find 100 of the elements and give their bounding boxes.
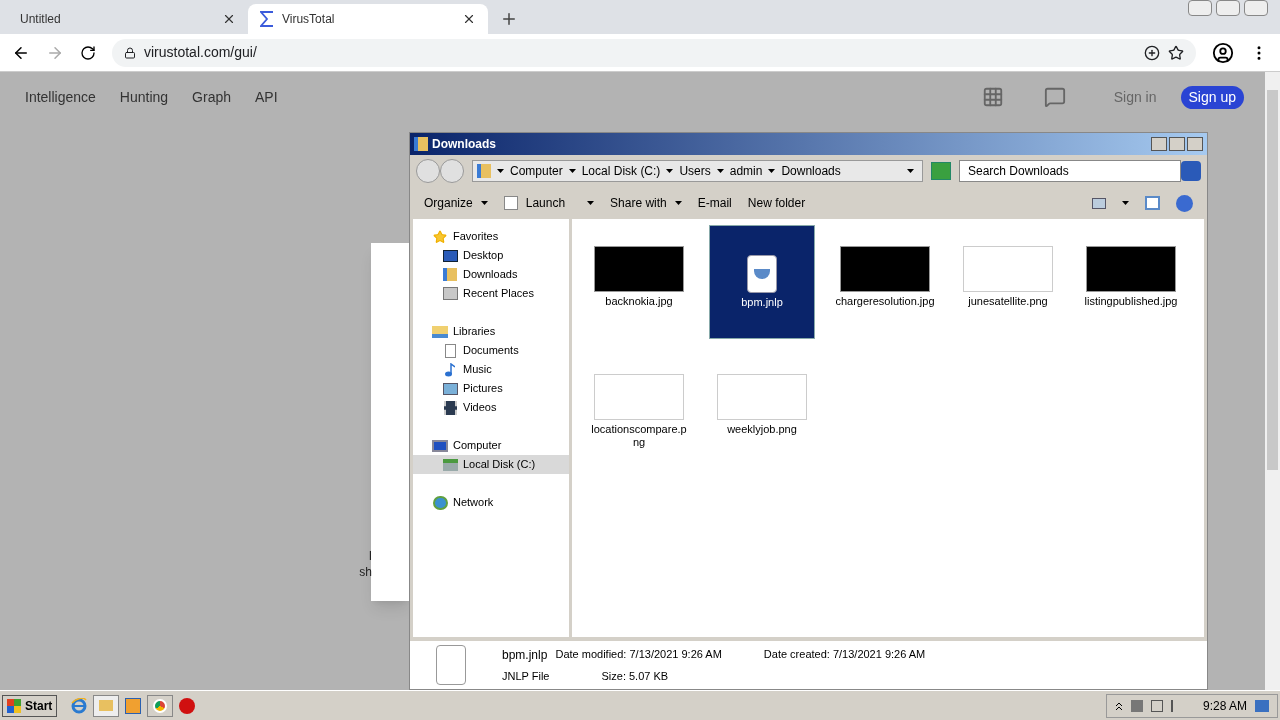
caret-icon[interactable] — [1122, 201, 1129, 205]
film-icon — [443, 400, 457, 415]
breadcrumb-bar[interactable]: Computer Local Disk (C:) Users admin Downloads — [472, 160, 923, 182]
sigma-logo-icon — [260, 11, 274, 27]
show-desktop-icon[interactable] — [1255, 699, 1269, 712]
sidebar-item[interactable]: Downloads — [413, 265, 569, 284]
close-icon[interactable] — [222, 12, 236, 26]
sidebar-item[interactable]: Favorites — [413, 227, 569, 246]
dialog-text: sh — [358, 564, 372, 580]
chevron-up-icon[interactable] — [1114, 700, 1123, 711]
file-item[interactable]: listingpublished.jpg — [1078, 225, 1184, 339]
nav-link[interactable]: Hunting — [119, 86, 169, 108]
breadcrumb-item[interactable]: Users — [679, 162, 711, 180]
new-tab-icon[interactable] — [500, 10, 518, 28]
folder-icon — [414, 137, 428, 151]
file-item[interactable]: backnokia.jpg — [586, 225, 692, 339]
chrome-icon[interactable] — [147, 694, 174, 717]
caret-icon — [674, 201, 682, 205]
toolbar-button[interactable]: Organize — [424, 194, 488, 212]
window-restore-icon[interactable] — [1216, 0, 1240, 16]
breadcrumb-item[interactable]: admin — [729, 162, 763, 180]
dialog-text: I — [367, 548, 372, 564]
file-size: Size: 5.07 KB — [600, 668, 670, 684]
bookmark-star-icon[interactable] — [1168, 44, 1184, 61]
recent-places-icon — [442, 287, 458, 300]
computer-icon — [432, 439, 448, 452]
clock-time: 9:28 AM — [1202, 697, 1247, 715]
date-created: Date created: 7/13/2021 9:26 AM — [763, 646, 926, 662]
pictures-icon — [442, 382, 458, 395]
browser-tab[interactable]: VirusTotal — [248, 4, 488, 34]
caret-icon — [480, 201, 488, 205]
view-icon[interactable] — [1092, 197, 1106, 209]
breadcrumb-item[interactable]: Local Disk (C:) — [581, 162, 661, 180]
file-type: JNLP File — [502, 668, 550, 684]
caret-icon — [568, 169, 576, 173]
library-icon — [432, 325, 448, 338]
reload-icon[interactable] — [80, 44, 96, 61]
file-item[interactable]: bpm.jnlp — [709, 225, 815, 339]
maximize-icon[interactable] — [1169, 137, 1185, 151]
lock-icon — [124, 46, 136, 59]
file-name: bpm.jnlp — [502, 646, 549, 664]
window-close-icon[interactable] — [1244, 0, 1268, 16]
window-minimize-icon[interactable] — [1188, 0, 1212, 16]
desktop-icon — [442, 249, 458, 262]
sidebar-item[interactable]: Network — [413, 493, 569, 512]
help-icon[interactable] — [1176, 194, 1193, 212]
address-bar[interactable]: virustotal.com/gui/ — [112, 38, 1196, 67]
folder-icon — [477, 164, 491, 178]
caret-icon — [666, 169, 674, 173]
file-item[interactable]: junesatellite.png — [955, 225, 1061, 339]
sidebar-item[interactable]: Local Disk (C:) — [413, 455, 569, 474]
caret-icon — [587, 201, 595, 205]
nav-link[interactable]: Graph — [192, 86, 231, 108]
add-icon[interactable] — [1144, 44, 1160, 61]
browser-e-icon[interactable] — [71, 697, 88, 714]
file-item[interactable]: locationscompare.png — [586, 353, 692, 467]
sidebar-item[interactable]: Recent Places — [413, 284, 569, 303]
globe-icon — [432, 495, 448, 510]
toolbar-button[interactable]: Launch — [503, 194, 595, 212]
toolbar-button[interactable]: E-mail — [697, 194, 732, 212]
sidebar-item[interactable]: Music — [413, 360, 569, 379]
sidebar-item[interactable]: Desktop — [413, 246, 569, 265]
music-note-icon — [445, 362, 455, 377]
start-button[interactable]: Start — [2, 694, 58, 717]
window-title: Downloads — [432, 136, 496, 153]
date-modified: Date modified: 7/13/2021 9:26 AM — [555, 646, 722, 662]
stop-icon[interactable] — [179, 697, 196, 714]
sidebar-item[interactable]: Documents — [413, 341, 569, 360]
browser-tab[interactable]: Untitled — [8, 4, 248, 34]
media-player-icon[interactable] — [125, 697, 142, 714]
caret-icon — [768, 169, 776, 173]
profile-icon[interactable] — [1212, 41, 1234, 64]
file-item[interactable]: weeklyjob.png — [709, 353, 815, 467]
close-icon[interactable] — [462, 12, 476, 26]
drive-icon — [442, 458, 458, 471]
chat-icon[interactable] — [1043, 86, 1066, 108]
search-icon[interactable] — [1181, 161, 1201, 181]
minimize-icon[interactable] — [1151, 137, 1167, 151]
sidebar-item[interactable]: Libraries — [413, 322, 569, 341]
folder-icon[interactable] — [93, 694, 120, 717]
file-item[interactable]: chargeresolution.jpg — [832, 225, 938, 339]
windows-flag-icon — [7, 698, 21, 713]
sidebar-item[interactable]: Pictures — [413, 379, 569, 398]
search-field[interactable]: Search Downloads — [959, 160, 1181, 182]
breadcrumb-item[interactable]: Downloads — [781, 162, 841, 180]
folder-icon — [443, 268, 457, 281]
sign-up-button[interactable]: Sign up — [1180, 85, 1244, 109]
sidebar-item[interactable]: Computer — [413, 436, 569, 455]
star-icon — [433, 229, 447, 244]
nav-link[interactable]: API — [255, 86, 278, 108]
apps-grid-icon[interactable] — [981, 86, 1004, 108]
caret-icon — [716, 169, 724, 173]
toolbar-button[interactable]: New folder — [747, 194, 806, 212]
caret-icon[interactable] — [907, 169, 914, 173]
sidebar-item[interactable]: Videos — [413, 398, 569, 417]
toolbar-button[interactable]: Share with — [610, 194, 682, 212]
preview-pane-icon[interactable] — [1145, 196, 1160, 210]
nav-link[interactable]: Intelligence — [25, 86, 96, 108]
breadcrumb-item[interactable]: Computer — [510, 162, 563, 180]
caret-icon — [497, 169, 504, 173]
